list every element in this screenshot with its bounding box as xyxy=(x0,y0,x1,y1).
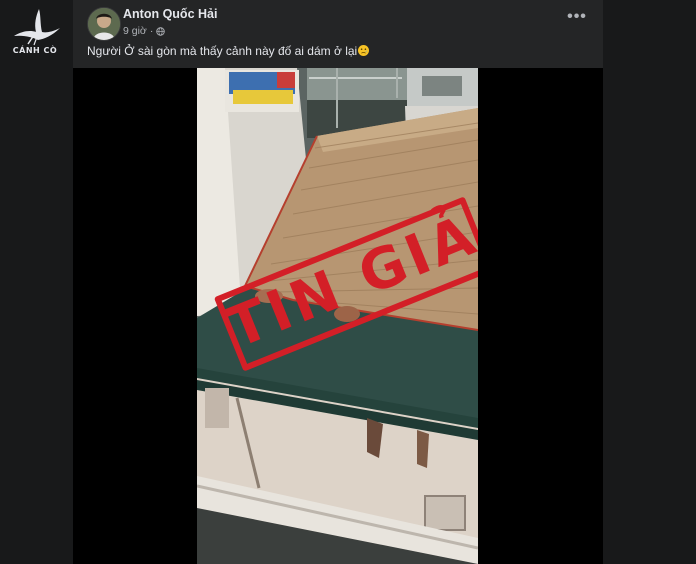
globe-icon xyxy=(156,26,166,36)
crying-face-emoji xyxy=(358,45,370,56)
caption-text: Người Ở sài gòn mà thấy cảnh này đố ai d… xyxy=(87,44,358,58)
post-meta: 9 giờ · xyxy=(123,25,166,37)
logo-label: CÁNH CÒ xyxy=(12,46,58,55)
ellipsis-icon: ••• xyxy=(567,8,587,25)
crane-bird-icon xyxy=(14,9,60,46)
avatar[interactable] xyxy=(87,7,121,41)
canh-co-logo: CÁNH CÒ xyxy=(6,6,64,58)
post-time[interactable]: 9 giờ xyxy=(123,25,147,37)
video-frame: TIN GIẢ xyxy=(197,68,478,564)
video-player[interactable]: TIN GIẢ xyxy=(73,68,603,564)
more-options-button[interactable]: ••• xyxy=(565,8,589,30)
post-caption: Người Ở sài gòn mà thấy cảnh này đố ai d… xyxy=(87,44,370,58)
post-header: Anton Quốc Hải 9 giờ · ••• Người Ở sài g… xyxy=(73,0,603,68)
author-name[interactable]: Anton Quốc Hải xyxy=(123,7,217,21)
facebook-post: Anton Quốc Hải 9 giờ · ••• Người Ở sài g… xyxy=(73,0,603,564)
